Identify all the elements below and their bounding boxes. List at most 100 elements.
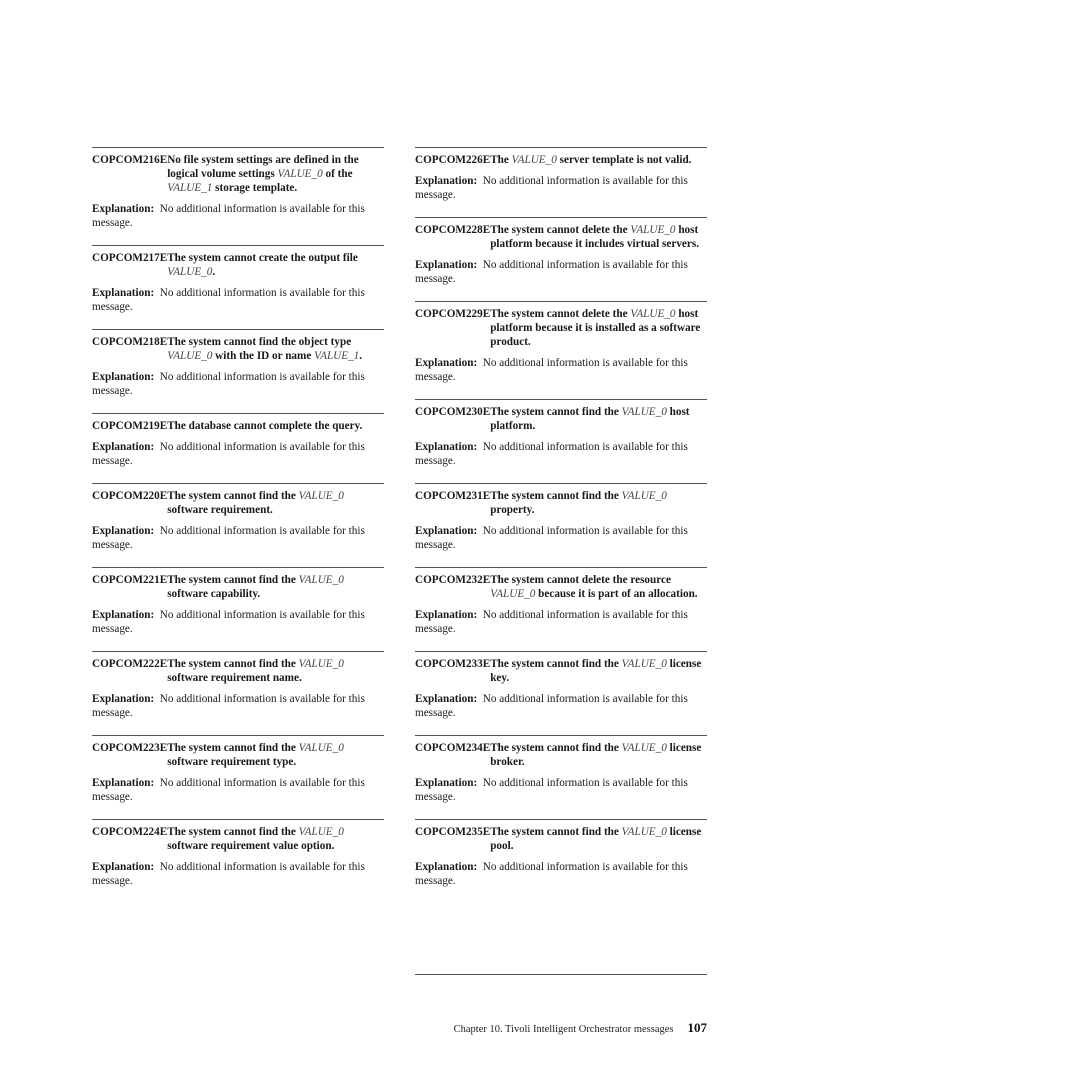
explanation: Explanation: No additional information i… — [92, 692, 384, 720]
message-code: COPCOM233E — [415, 658, 491, 670]
message-code: COPCOM235E — [415, 826, 491, 838]
message-text-part: software requirement type. — [167, 756, 297, 768]
message-text: The system cannot delete the VALUE_0 hos… — [490, 307, 707, 349]
message-text-part: The system cannot delete the — [490, 308, 631, 320]
column-end-rule — [415, 974, 707, 975]
variable-placeholder: VALUE_0 — [167, 350, 213, 362]
message-text: The system cannot find the VALUE_0 host … — [490, 405, 707, 433]
explanation: Explanation: No additional information i… — [92, 860, 384, 888]
page-footer: Chapter 10. Tivoli Intelligent Orchestra… — [454, 1020, 707, 1036]
message-text: The system cannot find the VALUE_0 softw… — [167, 825, 384, 853]
message-entry: COPCOM234E The system cannot find the VAL… — [415, 735, 707, 804]
message-text-part: software requirement name. — [167, 672, 302, 684]
variable-placeholder: VALUE_0 — [630, 224, 676, 236]
explanation-label: Explanation: — [92, 693, 155, 705]
message-heading: COPCOM229E The system cannot delete the V… — [415, 307, 707, 349]
message-text: The system cannot find the VALUE_0 softw… — [167, 741, 384, 769]
message-entry: COPCOM220E The system cannot find the VAL… — [92, 483, 384, 552]
explanation-label: Explanation: — [92, 287, 155, 299]
message-text: The system cannot find the VALUE_0 softw… — [167, 489, 384, 517]
message-entry: COPCOM230E The system cannot find the VAL… — [415, 399, 707, 468]
explanation: Explanation: No additional information i… — [415, 258, 707, 286]
message-text: The system cannot find the VALUE_0 licen… — [490, 657, 707, 685]
message-code: COPCOM231E — [415, 490, 491, 502]
message-text: The system cannot delete the VALUE_0 hos… — [490, 223, 707, 251]
message-text-part: software requirement. — [167, 504, 273, 516]
message-text: The VALUE_0 server template is not valid… — [490, 153, 707, 167]
page-number: 107 — [687, 1020, 708, 1035]
message-text: The system cannot find the VALUE_0 licen… — [490, 741, 707, 769]
message-text-part: . — [359, 350, 363, 362]
variable-placeholder: VALUE_0 — [298, 574, 344, 586]
explanation: Explanation: No additional information i… — [415, 860, 707, 888]
message-text-part: The system cannot find the — [490, 826, 622, 838]
explanation-label: Explanation: — [415, 175, 478, 187]
message-heading: COPCOM232E The system cannot delete the r… — [415, 573, 707, 601]
message-entry: COPCOM233E The system cannot find the VAL… — [415, 651, 707, 720]
message-entry: COPCOM235E The system cannot find the VAL… — [415, 819, 707, 888]
message-text-part: The system cannot find the — [490, 406, 622, 418]
message-text-part: The system cannot find the — [167, 742, 299, 754]
message-entry: COPCOM219E The database cannot complete t… — [92, 413, 384, 468]
variable-placeholder: VALUE_0 — [167, 266, 213, 278]
message-code: COPCOM230E — [415, 406, 491, 418]
message-text-part: The — [490, 154, 512, 166]
message-heading: COPCOM234E The system cannot find the VAL… — [415, 741, 707, 769]
message-code: COPCOM224E — [92, 826, 168, 838]
message-heading: COPCOM233E The system cannot find the VAL… — [415, 657, 707, 685]
message-text-part: The database cannot complete the query. — [167, 420, 363, 432]
variable-placeholder: VALUE_0 — [621, 658, 667, 670]
message-entry: COPCOM217E The system cannot create the o… — [92, 245, 384, 314]
explanation: Explanation: No additional information i… — [92, 440, 384, 468]
message-entry: COPCOM231E The system cannot find the VAL… — [415, 483, 707, 552]
explanation-label: Explanation: — [92, 203, 155, 215]
right-column: COPCOM226E The VALUE_0 server template is… — [415, 147, 707, 888]
explanation: Explanation: No additional information i… — [92, 776, 384, 804]
message-heading: COPCOM235E The system cannot find the VAL… — [415, 825, 707, 853]
explanation: Explanation: No additional information i… — [415, 440, 707, 468]
explanation-label: Explanation: — [415, 259, 478, 271]
message-text-part: The system cannot find the — [167, 490, 299, 502]
message-code: COPCOM218E — [92, 336, 168, 348]
explanation-label: Explanation: — [415, 441, 478, 453]
message-text: The system cannot find the VALUE_0 softw… — [167, 657, 384, 685]
message-entry: COPCOM232E The system cannot delete the r… — [415, 567, 707, 636]
explanation-label: Explanation: — [92, 861, 155, 873]
message-text: The system cannot find the VALUE_0 prope… — [490, 489, 707, 517]
message-text-part: property. — [490, 504, 535, 516]
message-code: COPCOM223E — [92, 742, 168, 754]
message-entry: COPCOM223E The system cannot find the VAL… — [92, 735, 384, 804]
explanation: Explanation: No additional information i… — [92, 370, 384, 398]
message-heading: COPCOM218E The system cannot find the obj… — [92, 335, 384, 363]
message-text-part: The system cannot create the output file — [167, 252, 358, 264]
message-code: COPCOM222E — [92, 658, 168, 670]
explanation-label: Explanation: — [415, 693, 478, 705]
message-heading: COPCOM220E The system cannot find the VAL… — [92, 489, 384, 517]
chapter-title: Chapter 10. Tivoli Intelligent Orchestra… — [453, 1024, 674, 1035]
explanation: Explanation: No additional information i… — [92, 202, 384, 230]
message-heading: COPCOM230E The system cannot find the VAL… — [415, 405, 707, 433]
message-text: The system cannot find the VALUE_0 licen… — [490, 825, 707, 853]
message-text: The system cannot create the output file… — [167, 251, 384, 279]
message-entry: COPCOM216E No file system settings are de… — [92, 147, 384, 230]
variable-placeholder: VALUE_0 — [298, 490, 344, 502]
message-text: The database cannot complete the query. — [167, 419, 384, 433]
variable-placeholder: VALUE_0 — [621, 742, 667, 754]
message-heading: COPCOM216E No file system settings are de… — [92, 153, 384, 195]
message-code: COPCOM219E — [92, 420, 168, 432]
message-entry: COPCOM228E The system cannot delete the V… — [415, 217, 707, 286]
explanation: Explanation: No additional information i… — [92, 608, 384, 636]
variable-placeholder: VALUE_0 — [298, 826, 344, 838]
message-text: The system cannot delete the resource VA… — [490, 573, 707, 601]
explanation: Explanation: No additional information i… — [415, 356, 707, 384]
message-text: No file system settings are defined in t… — [167, 153, 384, 195]
explanation: Explanation: No additional information i… — [92, 524, 384, 552]
variable-placeholder: VALUE_0 — [277, 168, 323, 180]
message-text-part: storage template. — [212, 182, 298, 194]
variable-placeholder: VALUE_0 — [621, 406, 667, 418]
variable-placeholder: VALUE_1 — [167, 182, 213, 194]
message-heading: COPCOM222E The system cannot find the VAL… — [92, 657, 384, 685]
message-heading: COPCOM228E The system cannot delete the V… — [415, 223, 707, 251]
explanation-label: Explanation: — [92, 525, 155, 537]
message-heading: COPCOM226E The VALUE_0 server template is… — [415, 153, 707, 167]
